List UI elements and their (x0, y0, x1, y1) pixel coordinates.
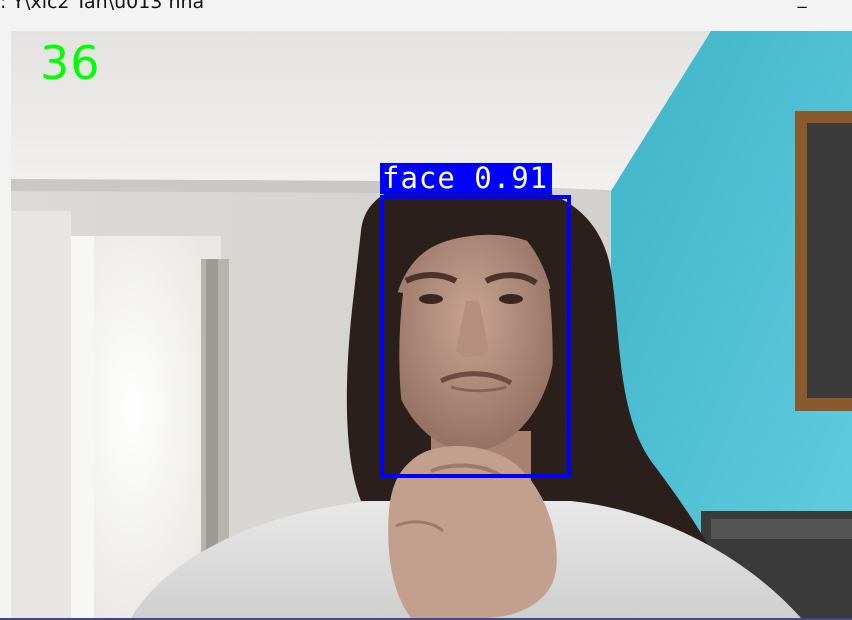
window-title-bar: : Y\xic2 Tan\u013 nna _ (0, 0, 852, 31)
video-frame: 36 face 0.91 (11, 31, 852, 618)
fps-counter: 36 (40, 36, 101, 90)
face-bounding-box (380, 195, 571, 478)
window-left-edge (0, 31, 11, 618)
detection-label: face 0.91 (380, 163, 553, 194)
minimize-button[interactable]: _ (784, 0, 820, 12)
window-title: : Y\xic2 Tan\u013 nna (0, 0, 205, 13)
